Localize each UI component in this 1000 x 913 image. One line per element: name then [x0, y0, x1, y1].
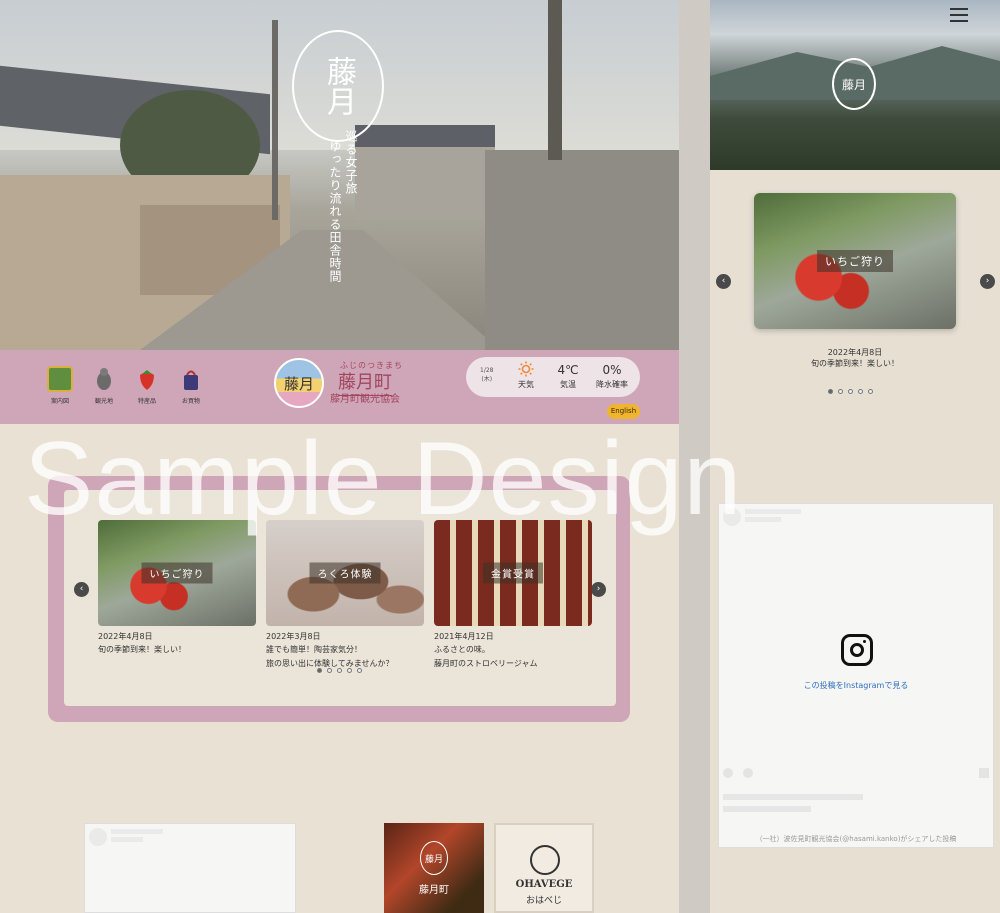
- card-tag: いちご狩り: [141, 562, 213, 584]
- instagram-link[interactable]: この投稿をInstagramで見る: [719, 680, 993, 691]
- temperature-label: 気温: [560, 380, 576, 389]
- english-button[interactable]: English: [607, 404, 640, 419]
- instagram-icon[interactable]: [841, 634, 873, 666]
- news-card[interactable]: 金賞受賞 2021年4月12日 ふるさとの味。 藤月町のストロベリージャム: [434, 520, 592, 670]
- card-tag: 金賞受賞: [483, 562, 543, 584]
- card-date: 2022年3月8日: [266, 632, 321, 641]
- instagram-embed: この投稿をInstagramで見る （一社）波佐見町観光協会(@hasami.k…: [718, 503, 994, 848]
- nav-item-label: 観光地: [94, 398, 113, 405]
- hero-tagline-right: 巡る女子旅: [344, 130, 358, 195]
- map-icon: [47, 366, 73, 392]
- pagination-dot[interactable]: [828, 389, 833, 394]
- social-embed-placeholder: [84, 823, 296, 913]
- weather-date: 1/28 (木): [480, 366, 493, 384]
- banner-subtitle: おはべじ: [525, 896, 562, 906]
- mobile-logo[interactable]: 藤月: [832, 58, 876, 110]
- pagination-dot[interactable]: [347, 668, 352, 673]
- nav-item-label: 特産品: [137, 398, 156, 405]
- nav-item-specialty[interactable]: 特産品: [130, 366, 164, 405]
- carousel-prev-button[interactable]: ‹: [74, 582, 89, 597]
- card-image: ろくろ体験: [266, 520, 424, 626]
- hamburger-menu-icon[interactable]: [950, 8, 968, 22]
- mobile-news-card[interactable]: いちご狩り: [754, 193, 956, 329]
- pagination-dot[interactable]: [838, 389, 843, 394]
- pagination-dot[interactable]: [317, 668, 322, 673]
- banner-name: OHAVEGE: [515, 879, 573, 890]
- card-text: ふるさとの味。: [434, 645, 490, 654]
- card-text-2: 藤月町のストロベリージャム: [434, 659, 538, 668]
- pagination-dot[interactable]: [868, 389, 873, 394]
- card-text: 旬の季節到来！楽しい！: [98, 645, 186, 654]
- precipitation-label: 降水確率: [596, 380, 628, 389]
- desktop-mockup: 藤月 ゆったり流れる田舎時間 巡る女子旅 案内図 観光地 特産品 お買物 藤月 …: [0, 0, 679, 913]
- strawberry-icon: [134, 366, 160, 392]
- temperature-value: 4℃: [557, 363, 579, 377]
- mobile-mockup: 藤月 ‹ › いちご狩り 2022年4月8日 旬の季節到来！楽しい！ この投稿を…: [710, 0, 1000, 913]
- card-date: 2022年4月8日: [98, 632, 153, 641]
- mobile-card-text: 旬の季節到来！楽しい！: [811, 359, 899, 368]
- mobile-card-date: 2022年4月8日: [827, 348, 883, 357]
- brand-association: 藤月町観光協会: [330, 394, 400, 405]
- weather-date-weekday: (木): [481, 376, 493, 383]
- nav-item-sightseeing[interactable]: 観光地: [87, 366, 121, 405]
- banner-logo: 藤月: [420, 841, 448, 875]
- pagination-dot[interactable]: [858, 389, 863, 394]
- hero-logo[interactable]: 藤月: [292, 30, 384, 142]
- card-text: 誰でも簡単！陶芸家気分！: [266, 645, 362, 654]
- card-image: 金賞受賞: [434, 520, 592, 626]
- weather-temperature: 4℃ 気温: [548, 361, 588, 390]
- weather-date-day: 1/28: [480, 367, 494, 374]
- mobile-carousel-next-button[interactable]: ›: [980, 274, 995, 289]
- shopping-bag-icon: [178, 366, 204, 392]
- carousel-pagination: [317, 668, 362, 673]
- card-tag: ろくろ体験: [309, 562, 381, 584]
- mobile-carousel-pagination: [828, 389, 873, 394]
- card-image: いちご狩り: [98, 520, 256, 626]
- weather-condition: 天気: [506, 361, 546, 390]
- card-tag: いちご狩り: [817, 250, 893, 272]
- sun-icon: [506, 361, 546, 379]
- banner-name: 藤月町: [419, 885, 449, 896]
- pagination-dot[interactable]: [848, 389, 853, 394]
- nav-item-shopping[interactable]: お買物: [174, 366, 208, 405]
- news-card[interactable]: いちご狩り 2022年4月8日 旬の季節到来！楽しい！: [98, 520, 256, 658]
- banner-ohavege[interactable]: OHAVEGE おはべじ: [494, 823, 594, 913]
- nav-item-label: 案内図: [50, 398, 69, 405]
- precipitation-value: 0%: [602, 363, 622, 377]
- mobile-carousel-prev-button[interactable]: ‹: [716, 274, 731, 289]
- town-emblem[interactable]: 藤月: [274, 358, 324, 408]
- sun-logo-icon: [530, 845, 560, 875]
- pagination-dot[interactable]: [337, 668, 342, 673]
- banner-fujitsuki[interactable]: 藤月 藤月町: [384, 823, 484, 913]
- bird-statue-icon: [91, 366, 117, 392]
- instagram-footer[interactable]: （一社）波佐見町観光協会(@hasami.kanko)がシェアした投稿: [719, 834, 993, 844]
- weather-label: 天気: [518, 380, 534, 389]
- mobile-logo-text: 藤月: [841, 77, 866, 92]
- carousel-next-button[interactable]: ›: [591, 582, 606, 597]
- pagination-dot[interactable]: [327, 668, 332, 673]
- emblem-text: 藤月: [283, 374, 314, 393]
- weather-widget: 1/28 (木) 天気 4℃ 気温 0% 降水確率: [466, 357, 640, 397]
- weather-precipitation: 0% 降水確率: [592, 361, 632, 390]
- card-date: 2021年4月12日: [434, 632, 494, 641]
- pagination-dot[interactable]: [357, 668, 362, 673]
- nav-item-label: お買物: [181, 398, 200, 405]
- hero-tagline-left: ゆったり流れる田舎時間: [328, 140, 342, 283]
- news-card[interactable]: ろくろ体験 2022年3月8日 誰でも簡単！陶芸家気分！ 旅の思い出に体験してみ…: [266, 520, 424, 670]
- hero-logo-text: 藤月: [321, 56, 356, 116]
- nav-item-map[interactable]: 案内図: [43, 366, 77, 405]
